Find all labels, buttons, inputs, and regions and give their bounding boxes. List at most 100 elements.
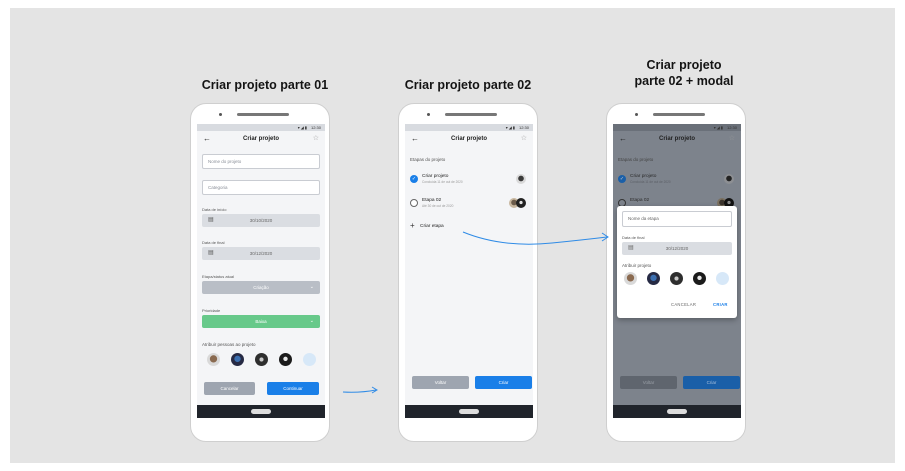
status-icons: ▾◢▮ — [505, 125, 516, 130]
avatar[interactable] — [647, 272, 660, 285]
app-bar: ← Criar projeto ☆ — [613, 131, 741, 149]
status-icons: ▾◢▮ — [297, 125, 308, 130]
stage-label: Etapa/status atual — [202, 274, 235, 279]
priority-select[interactable]: Baixa ⌄ — [202, 315, 320, 328]
create-button: Criar — [683, 376, 740, 389]
avatar-row — [202, 353, 322, 367]
end-date-value: 30/12/2020 — [249, 251, 273, 256]
end-date-field[interactable]: ▤ 30/12/2020 — [622, 242, 732, 255]
back-button[interactable]: Voltar — [412, 376, 469, 389]
stage-name-input[interactable]: Nome da etapa — [622, 211, 732, 227]
avatar — [516, 198, 526, 208]
stage-title: Etapa 02 — [630, 198, 650, 203]
stage-subtitle: Concluída 11 de out de 2020 — [630, 180, 671, 184]
stages-section-label: Etapas do projeto — [618, 157, 654, 162]
stage-title: Etapa 02 — [422, 198, 442, 203]
screen3-title-line1: Criar projeto — [646, 58, 722, 72]
start-date-field[interactable]: ▤ 30/10/2020 — [202, 214, 320, 227]
canvas: Criar projeto parte 01 Criar projeto par… — [10, 8, 895, 463]
modal-cancel-button[interactable]: CANCELAR — [671, 302, 696, 307]
create-stage-modal: Nome da etapa Data de final ▤ 30/12/2020… — [617, 206, 737, 318]
project-name-input[interactable]: Nome do projeto — [202, 154, 320, 169]
priority-value: Baixa — [255, 319, 267, 324]
add-stage-label: Criar etapa — [420, 224, 444, 229]
screen1: ▾◢▮ 12:30 ← Criar projeto ☆ Nome do proje… — [197, 124, 325, 418]
radio-empty-icon — [410, 199, 418, 207]
plus-icon: + — [410, 221, 415, 230]
star-icon[interactable]: ☆ — [521, 134, 527, 144]
home-pill[interactable] — [459, 409, 479, 414]
avatar — [724, 174, 734, 184]
app-bar-title: Criar projeto — [242, 136, 279, 142]
avatar[interactable] — [624, 272, 637, 285]
assign-label: Atribuir projeto — [622, 263, 652, 268]
end-date-value: 30/12/2020 — [665, 246, 689, 251]
screen2: ▾◢▮ 12:30 ← Criar projeto ☆ Etapas do pro… — [405, 124, 533, 418]
phone-screen2: ▾◢▮ 12:30 ← Criar projeto ☆ Etapas do pro… — [398, 103, 538, 442]
flow-arrow-icon — [462, 231, 609, 245]
create-button[interactable]: Criar — [475, 376, 532, 389]
add-stage-button[interactable]: + Criar etapa — [410, 221, 470, 232]
assign-people-label: Atribuir pessoas ao projeto — [202, 342, 256, 347]
start-date-label: Data de início — [202, 207, 227, 212]
star-icon[interactable]: ☆ — [313, 134, 319, 144]
avatar[interactable] — [693, 272, 706, 285]
status-icons: ▾◢▮ — [713, 125, 724, 130]
stage-subtitle: Até 30 de out de 2020 — [422, 204, 454, 208]
phone-screen3: ▾◢▮ 12:30 ← Criar projeto ☆ Etapas do pro… — [606, 103, 746, 442]
avatar[interactable] — [255, 353, 268, 366]
status-time: 12:30 — [310, 125, 321, 130]
stage-select[interactable]: Criação ⌄ — [202, 281, 320, 294]
check-circle-icon: ✓ — [410, 175, 418, 183]
screen3-title-line2: parte 02 + modal — [634, 74, 734, 88]
star-icon[interactable]: ☆ — [729, 134, 735, 144]
end-date-field[interactable]: ▤ 30/12/2020 — [202, 247, 320, 260]
screen1-title: Criar projeto parte 01 — [201, 78, 329, 92]
continue-button[interactable]: Continuar — [267, 382, 319, 395]
stage-title: Criar projeto — [630, 174, 657, 179]
nav-bar — [197, 405, 325, 418]
chevron-down-icon: ⌄ — [309, 284, 314, 290]
cancel-button[interactable]: Cancelar — [204, 382, 255, 395]
flow-arrow-icon — [342, 386, 378, 394]
stage-subtitle: Concluída 11 de out de 2020 — [422, 180, 463, 184]
category-input[interactable]: Categoria — [202, 180, 320, 195]
end-date-label: Data de final — [622, 235, 645, 240]
stage-row[interactable]: Etapa 02 Até 30 de out de 2020 — [410, 197, 528, 213]
stage-value: Criação — [253, 285, 269, 290]
status-time: 12:30 — [726, 125, 737, 130]
avatar[interactable] — [231, 353, 244, 366]
modal-create-button[interactable]: CRIAR — [713, 302, 728, 307]
status-bar: ▾◢▮ 12:30 — [405, 124, 533, 131]
stage-row: ✓ Criar projeto Concluída 11 de out de 2… — [618, 173, 736, 189]
status-bar: ▾◢▮ 12:30 — [197, 124, 325, 131]
phone-screen1: ▾◢▮ 12:30 ← Criar projeto ☆ Nome do proje… — [190, 103, 330, 442]
end-date-label: Data de final — [202, 240, 225, 245]
stage-title: Criar projeto — [422, 174, 449, 179]
start-date-value: 30/10/2020 — [249, 218, 273, 223]
home-pill[interactable] — [251, 409, 271, 414]
app-bar-title: Criar projeto — [658, 136, 695, 142]
nav-bar — [613, 405, 741, 418]
home-pill[interactable] — [667, 409, 687, 414]
stage-row[interactable]: ✓ Criar projeto Concluída 11 de out de 2… — [410, 173, 528, 189]
app-bar: ← Criar projeto ☆ — [197, 131, 325, 149]
status-time: 12:30 — [518, 125, 529, 130]
screen3: ▾◢▮ 12:30 ← Criar projeto ☆ Etapas do pro… — [613, 124, 741, 418]
avatar — [516, 174, 526, 184]
avatar[interactable] — [207, 353, 220, 366]
nav-bar — [405, 405, 533, 418]
app-bar: ← Criar projeto ☆ — [405, 131, 533, 149]
avatar[interactable] — [670, 272, 683, 285]
avatar-row — [622, 272, 732, 286]
priority-label: Prioridade — [202, 308, 221, 313]
avatar[interactable] — [279, 353, 292, 366]
add-avatar-placeholder[interactable] — [303, 353, 316, 366]
check-circle-icon: ✓ — [618, 175, 626, 183]
stages-section-label: Etapas do projeto — [410, 157, 446, 162]
add-avatar-placeholder[interactable] — [716, 272, 729, 285]
chevron-down-icon: ⌄ — [309, 318, 314, 324]
status-bar: ▾◢▮ 12:30 — [613, 124, 741, 131]
app-bar-title: Criar projeto — [450, 136, 487, 142]
back-button: Voltar — [620, 376, 677, 389]
